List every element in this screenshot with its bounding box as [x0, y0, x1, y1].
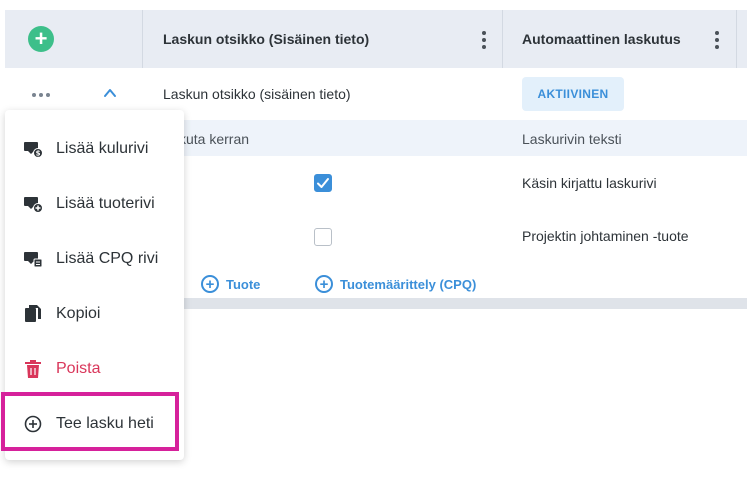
menu-item-copy[interactable]: Kopioi [5, 286, 184, 341]
column-header-title: Laskun otsikko (Sisäinen tieto) [163, 31, 370, 47]
chevron-up-icon[interactable] [103, 86, 117, 100]
menu-item-delete[interactable]: Poista [5, 341, 184, 396]
menu-item-label: Lisää tuoterivi [56, 194, 155, 212]
product-row-icon [23, 194, 43, 214]
menu-item-add-product-row[interactable]: Lisää tuoterivi [5, 176, 184, 231]
plus-circle-icon: + [315, 275, 333, 293]
subheader-line-text: Laskurivin teksti [522, 131, 622, 147]
trash-icon [23, 359, 43, 379]
check-icon [317, 178, 329, 188]
add-product-link[interactable]: + Tuote [201, 275, 260, 293]
menu-item-label: Lisää CPQ rivi [56, 249, 159, 267]
column-auto-billing-menu-icon[interactable] [715, 31, 719, 49]
menu-item-add-expense-row[interactable]: $ Lisää kulurivi [5, 121, 184, 176]
row-title: Laskun otsikko (sisäinen tieto) [163, 86, 351, 102]
menu-item-label: Poista [56, 359, 101, 377]
column-header-auto-billing: Automaattinen laskutus [522, 31, 681, 47]
table-header: + Laskun otsikko (Sisäinen tieto) Automa… [5, 10, 747, 68]
subheader-label: kuta kerran [179, 131, 250, 147]
add-cpq-link[interactable]: + Tuotemäärittely (CPQ) [315, 275, 476, 293]
highlight-box [1, 392, 179, 451]
copy-icon [23, 304, 43, 324]
add-product-label: Tuote [226, 276, 261, 292]
status-badge[interactable]: AKTIIVINEN [522, 77, 624, 111]
add-row-button[interactable]: + [28, 26, 54, 52]
column-divider [502, 10, 503, 68]
column-title-menu-icon[interactable] [482, 31, 486, 49]
plus-circle-icon: + [201, 275, 219, 293]
column-divider [142, 10, 143, 68]
cpq-row-icon [23, 249, 43, 269]
svg-text:$: $ [36, 149, 41, 157]
add-cpq-label: Tuotemäärittely (CPQ) [340, 276, 477, 292]
menu-item-label: Lisää kulurivi [56, 139, 149, 157]
item-checkbox[interactable] [314, 228, 332, 246]
expense-row-icon: $ [23, 139, 43, 159]
item-text: Käsin kirjattu laskurivi [522, 175, 657, 191]
menu-item-label: Kopioi [56, 304, 101, 322]
menu-item-add-cpq-row[interactable]: Lisää CPQ rivi [5, 231, 184, 286]
item-text: Projektin johtaminen -tuote [522, 228, 689, 244]
row-actions-icon[interactable] [32, 93, 50, 97]
item-checkbox[interactable] [314, 174, 332, 192]
column-divider [736, 10, 737, 68]
invoice-page: + Laskun otsikko (Sisäinen tieto) Automa… [0, 0, 747, 483]
